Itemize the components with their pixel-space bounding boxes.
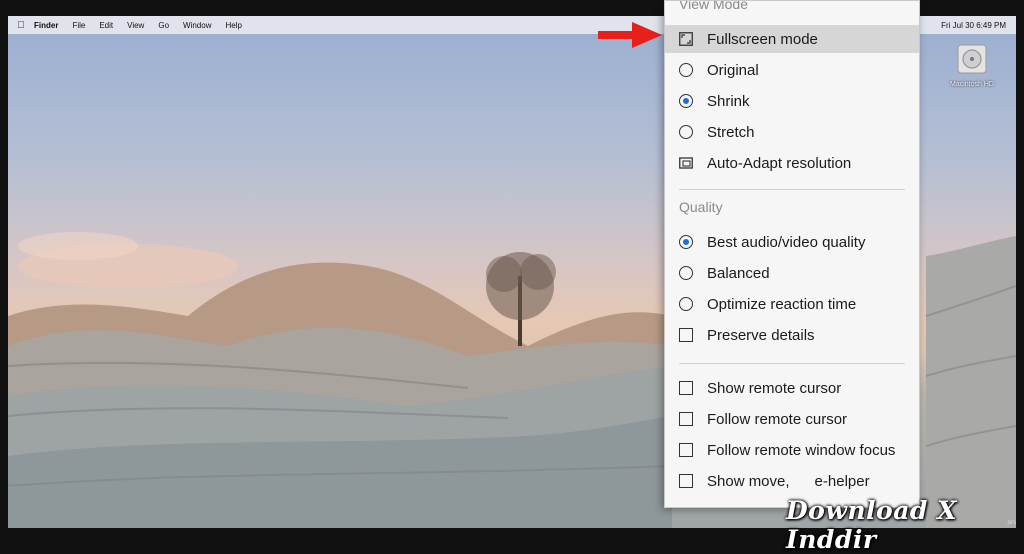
menu-item-show-move-helper[interactable]: Show move, e-helper xyxy=(665,467,919,495)
red-arrow-icon xyxy=(598,22,662,48)
menu-view[interactable]: View xyxy=(127,21,144,30)
menu-item-best-quality[interactable]: Best audio/video quality xyxy=(665,228,919,256)
menu-help[interactable]: Help xyxy=(225,21,241,30)
menu-separator xyxy=(679,189,905,190)
radio-balanced[interactable] xyxy=(679,266,693,280)
menu-separator xyxy=(679,363,905,364)
checkbox-show-move-helper[interactable] xyxy=(679,474,693,488)
menu-item-balanced[interactable]: Balanced xyxy=(665,259,919,287)
menu-edit[interactable]: Edit xyxy=(99,21,113,30)
radio-original[interactable] xyxy=(679,63,693,77)
menu-item-label: Preserve details xyxy=(707,326,815,344)
menu-item-fullscreen[interactable]: Fullscreen mode xyxy=(665,25,919,53)
menu-item-optimize-reaction[interactable]: Optimize reaction time xyxy=(665,290,919,318)
menu-item-label: Fullscreen mode xyxy=(707,30,818,48)
menu-file[interactable]: File xyxy=(72,21,85,30)
disk-label: Macintosh HD xyxy=(950,81,994,88)
macintosh-hd[interactable]: Macintosh HD xyxy=(942,42,1002,88)
hard-disk-icon xyxy=(957,44,987,74)
radio-best-quality[interactable] xyxy=(679,235,693,249)
menu-window[interactable]: Window xyxy=(183,21,211,30)
menu-item-shrink[interactable]: Shrink xyxy=(665,87,919,115)
fullscreen-icon xyxy=(679,32,693,46)
radio-optimize-reaction[interactable] xyxy=(679,297,693,311)
checkbox-preserve-details[interactable] xyxy=(679,328,693,342)
menu-item-label: Best audio/video quality xyxy=(707,233,866,251)
radio-stretch[interactable] xyxy=(679,125,693,139)
menu-item-label: Stretch xyxy=(707,123,755,141)
auto-adapt-icon xyxy=(679,157,693,169)
checkbox-show-remote-cursor[interactable] xyxy=(679,381,693,395)
menu-item-label: Auto-Adapt resolution xyxy=(707,154,852,172)
menu-item-label: Shrink xyxy=(707,92,750,110)
menu-item-preserve-details[interactable]: Preserve details xyxy=(665,321,919,349)
checkbox-follow-remote-cursor[interactable] xyxy=(679,412,693,426)
menubar-clock[interactable]: Fri Jul 30 6:49 PM xyxy=(941,21,1006,30)
watermark-sub: .ors xyxy=(1006,520,1017,526)
watermark-logo: Download X Inddir xyxy=(786,496,958,554)
checkbox-follow-window-focus[interactable] xyxy=(679,443,693,457)
menu-item-original[interactable]: Original xyxy=(665,56,919,84)
radio-shrink[interactable] xyxy=(679,94,693,108)
menu-item-label: Follow remote window focus xyxy=(707,441,896,459)
menu-item-label: Balanced xyxy=(707,264,770,282)
apple-icon[interactable]:  xyxy=(12,20,30,31)
menu-item-show-remote-cursor[interactable]: Show remote cursor xyxy=(665,374,919,402)
view-mode-title: View Mode xyxy=(679,0,749,12)
menu-item-follow-window-focus[interactable]: Follow remote window focus xyxy=(665,436,919,464)
quality-title: Quality xyxy=(679,199,723,215)
menu-item-follow-remote-cursor[interactable]: Follow remote cursor xyxy=(665,405,919,433)
menu-item-label: Follow remote cursor xyxy=(707,410,848,428)
menu-item-label: Show remote cursor xyxy=(707,379,842,397)
menu-item-label: Show move, e-helper xyxy=(707,472,870,490)
menu-go[interactable]: Go xyxy=(158,21,169,30)
menu-finder[interactable]: Finder xyxy=(34,21,58,30)
menu-item-label: Optimize reaction time xyxy=(707,295,857,313)
menu-item-auto-adapt[interactable]: Auto-Adapt resolution xyxy=(665,149,919,177)
menu-item-label: Original xyxy=(707,61,759,79)
view-options-menu: View Mode Fullscreen mode Original Shrin… xyxy=(664,0,920,508)
menu-item-stretch[interactable]: Stretch xyxy=(665,118,919,146)
